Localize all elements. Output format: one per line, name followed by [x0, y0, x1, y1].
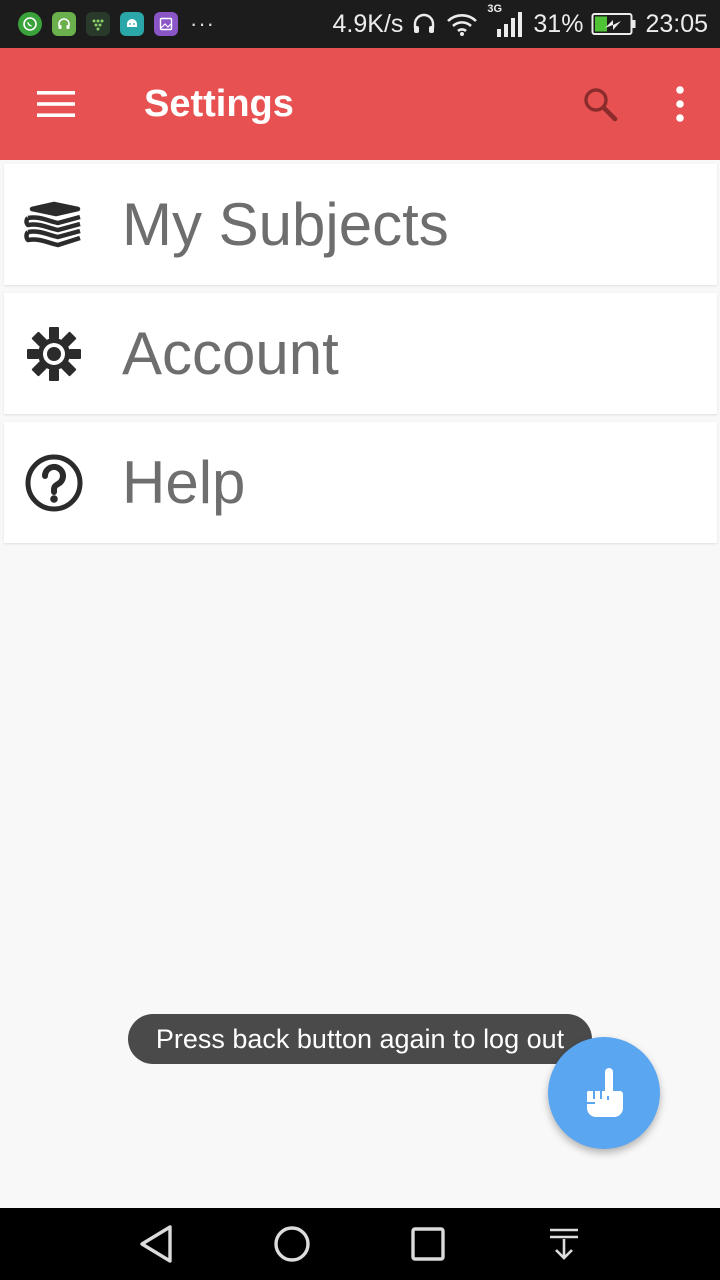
blackberry-icon [86, 12, 110, 36]
back-icon [140, 1225, 172, 1263]
system-navigation-bar [0, 1208, 720, 1280]
more-notifications-indicator: ··· [190, 11, 215, 36]
pointing-hand-icon [586, 1068, 623, 1117]
recents-icon [411, 1227, 445, 1261]
cellular-signal-icon: 3G [487, 3, 525, 39]
home-icon [274, 1226, 310, 1262]
app-bar: Settings [0, 48, 720, 160]
settings-item-label: Help [122, 449, 246, 516]
nav-home-button[interactable] [252, 1208, 332, 1280]
gear-icon [4, 326, 104, 382]
battery-percent: 31% [533, 9, 584, 38]
status-bar: ··· 4.9K/s 3G 31% 23:05 [0, 0, 720, 48]
navigation-drawer-button[interactable] [0, 48, 112, 160]
toast-message: Press back button again to log out [128, 1014, 592, 1064]
nav-back-button[interactable] [116, 1208, 196, 1280]
books-icon [4, 201, 104, 249]
headset-icon [411, 11, 437, 37]
network-speed: 4.9K/s [332, 9, 404, 38]
search-button[interactable] [560, 48, 640, 160]
hamburger-menu-icon [37, 91, 75, 117]
clock: 23:05 [645, 9, 708, 38]
settings-item-label: My Subjects [122, 191, 449, 258]
settings-list: My Subjects Account Help [4, 164, 717, 551]
status-right: 4.9K/s 3G 31% 23:05 [332, 3, 708, 39]
search-icon [584, 88, 618, 122]
floating-action-button[interactable] [548, 1037, 660, 1149]
nav-recents-button[interactable] [388, 1208, 468, 1280]
settings-item-my-subjects[interactable]: My Subjects [4, 164, 717, 285]
gallery-icon [154, 12, 178, 36]
settings-item-help[interactable]: Help [4, 422, 717, 543]
notification-icons: ··· [18, 12, 215, 36]
page-title: Settings [144, 82, 294, 125]
wifi-icon [445, 11, 479, 37]
nav-notification-pulldown-button[interactable] [524, 1208, 604, 1280]
headset-app-icon [52, 12, 76, 36]
whatsapp-icon [18, 12, 42, 36]
notification-pulldown-icon [550, 1228, 578, 1260]
overflow-menu-button[interactable] [640, 48, 720, 160]
more-vert-icon [676, 86, 684, 122]
battery-charging-icon [591, 11, 637, 37]
settings-item-label: Account [122, 320, 339, 387]
help-circle-icon [4, 453, 104, 513]
settings-item-account[interactable]: Account [4, 293, 717, 414]
android-app-icon [120, 12, 144, 36]
